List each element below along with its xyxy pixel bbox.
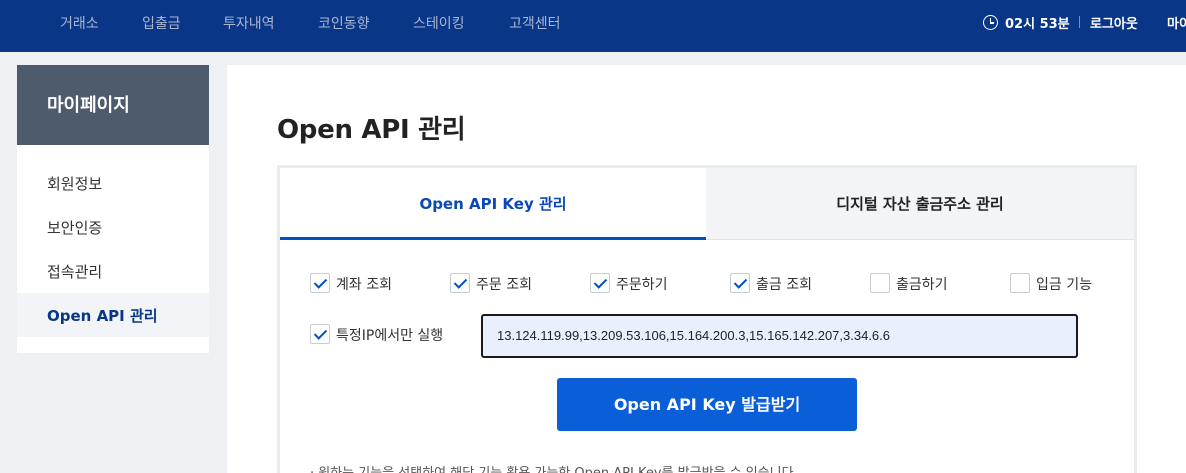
checkbox-label: 주문 조회 <box>476 277 532 293</box>
tab-withdrawal-address[interactable]: 디지털 자산 출금주소 관리 <box>706 168 1134 240</box>
top-navigation-bar: 거래소 입출금 투자내역 코인동향 스테이킹 고객센터 02시 53분 로그아웃… <box>0 0 1186 52</box>
sidebar-item-label: 회원정보 <box>47 175 103 193</box>
checkbox-box[interactable] <box>590 273 610 293</box>
checkbox-box[interactable] <box>450 273 470 293</box>
sidebar-title: 마이페이지 <box>47 95 130 116</box>
checkbox-label: 특정IP에서만 실행 <box>336 328 444 344</box>
nav-staking[interactable]: 스테이킹 <box>413 13 465 33</box>
api-card: Open API Key 관리 디지털 자산 출금주소 관리 계좌 조회 주문 … <box>277 165 1137 473</box>
checkbox-ip-restrict[interactable]: 특정IP에서만 실행 <box>310 324 470 346</box>
checkbox-account-query[interactable]: 계좌 조회 <box>310 273 410 295</box>
checkbox-withdraw[interactable]: 출금하기 <box>870 273 970 295</box>
checkbox-withdraw-query[interactable]: 출금 조회 <box>730 273 830 295</box>
checkbox-label: 출금하기 <box>896 277 948 293</box>
checkbox-place-order[interactable]: 주문하기 <box>590 273 690 295</box>
tab-label: Open API Key 관리 <box>419 195 567 213</box>
sidebar-item-member-info[interactable]: 회원정보 <box>17 161 209 205</box>
checkbox-label: 입금 기능 <box>1036 277 1092 293</box>
tab-label: 디지털 자산 출금주소 관리 <box>836 195 1004 213</box>
sidebar-item-access-management[interactable]: 접속관리 <box>17 249 209 293</box>
logout-link[interactable]: 로그아웃 <box>1090 13 1138 32</box>
checkbox-label: 주문하기 <box>616 277 668 293</box>
checkbox-order-query[interactable]: 주문 조회 <box>450 273 550 295</box>
issue-api-key-button[interactable]: Open API Key 발급받기 <box>557 378 857 431</box>
checkbox-label: 출금 조회 <box>756 277 812 293</box>
nav-divider <box>1079 16 1080 28</box>
tab-open-api-key[interactable]: Open API Key 관리 <box>280 168 706 240</box>
checkbox-label: 계좌 조회 <box>336 277 392 293</box>
checkbox-box[interactable] <box>310 324 330 344</box>
notice-text: · 원하는 기능을 선택하여 해당 기능 활용 가능한 Open API Key… <box>310 462 798 473</box>
nav-coin-trends[interactable]: 코인동향 <box>318 13 370 33</box>
nav-customer-center[interactable]: 고객센터 <box>509 13 561 33</box>
sidebar-item-label: 보안인증 <box>47 219 103 237</box>
checkbox-box[interactable] <box>870 273 890 293</box>
main-panel: Open API 관리 Open API Key 관리 디지털 자산 출금주소 … <box>227 65 1186 473</box>
checkbox-box[interactable] <box>310 273 330 293</box>
sidebar-item-security[interactable]: 보안인증 <box>17 205 209 249</box>
checkbox-box[interactable] <box>1010 273 1030 293</box>
checkbox-box[interactable] <box>730 273 750 293</box>
nav-deposit-withdraw[interactable]: 입출금 <box>142 13 181 33</box>
mypage-link[interactable]: 마이 <box>1167 13 1186 32</box>
ip-address-input[interactable]: 13.124.119.99,13.209.53.106,15.164.200.3… <box>481 314 1078 358</box>
sidebar-item-open-api[interactable]: Open API 관리 <box>17 293 209 337</box>
session-timer: 02시 53분 <box>1005 17 1070 32</box>
sidebar-header: 마이페이지 <box>17 65 209 145</box>
clock-icon <box>983 15 998 30</box>
sidebar: 마이페이지 회원정보 보안인증 접속관리 Open API 관리 <box>17 65 209 353</box>
sidebar-item-label: 접속관리 <box>47 263 103 281</box>
nav-exchange[interactable]: 거래소 <box>60 13 99 33</box>
nav-investment-history[interactable]: 투자내역 <box>223 13 275 33</box>
page-title: Open API 관리 <box>277 115 466 145</box>
sidebar-item-label: Open API 관리 <box>47 307 158 325</box>
checkbox-deposit[interactable]: 입금 기능 <box>1010 273 1110 295</box>
